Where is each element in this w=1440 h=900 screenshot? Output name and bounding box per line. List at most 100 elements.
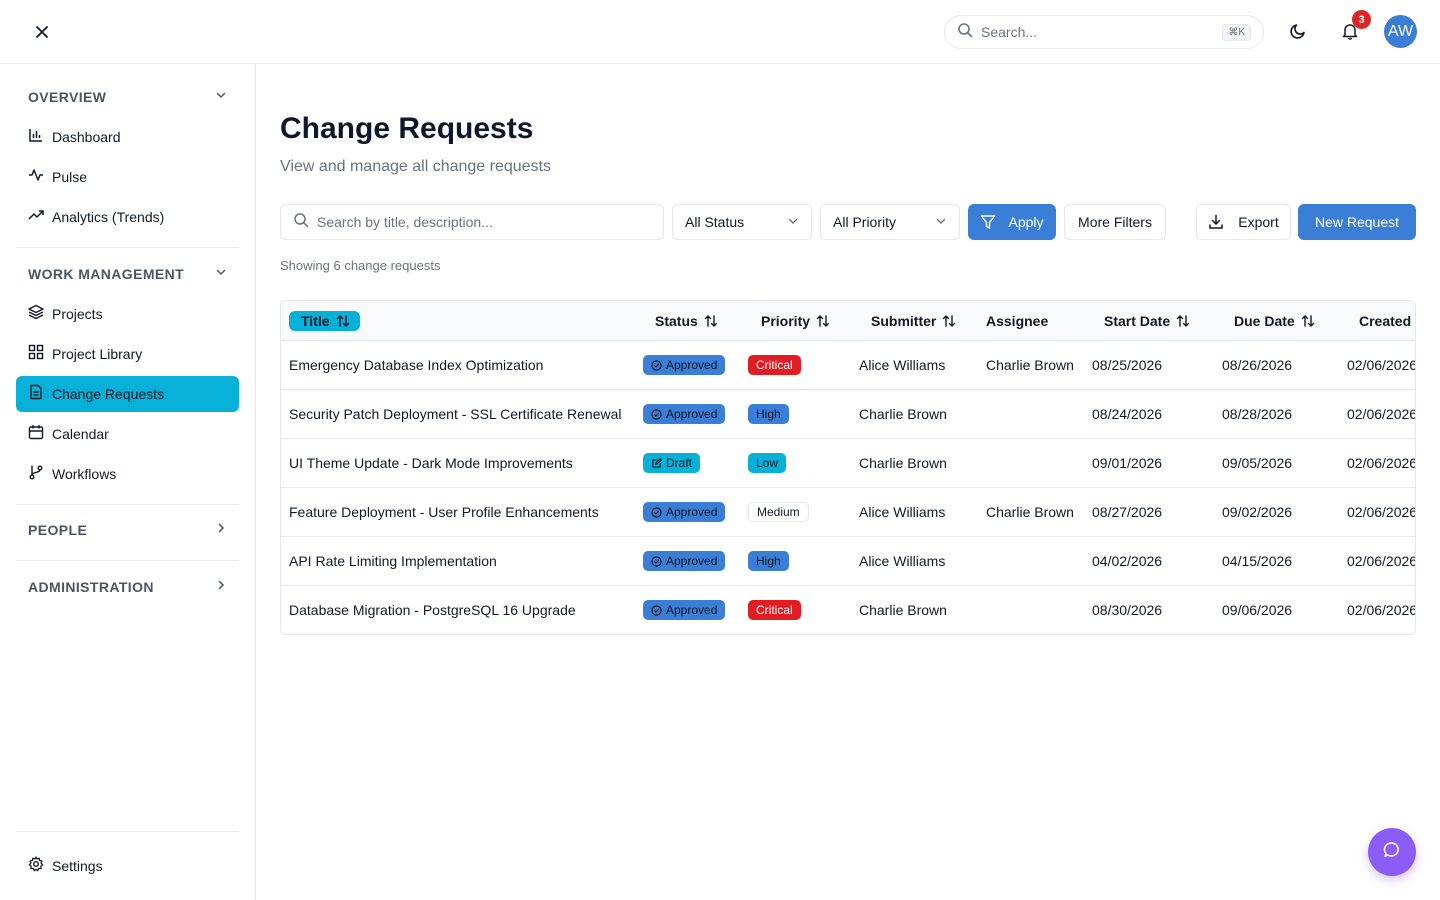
cell-submitter: Alice Williams <box>859 357 946 373</box>
table-row[interactable]: API Rate Limiting Implementation Approved… <box>281 537 1416 586</box>
cell-assignee: Charlie Brown <box>986 357 1074 373</box>
priority-badge: Critical <box>748 355 801 375</box>
sidebar-item-project-library[interactable]: Project Library <box>16 336 239 372</box>
grid-icon <box>28 344 44 365</box>
sidebar-item-dashboard[interactable]: Dashboard <box>16 119 239 155</box>
column-header-title[interactable]: Title <box>289 311 360 331</box>
sort-icon <box>1176 314 1190 328</box>
cell-start-date: 08/24/2026 <box>1092 406 1163 422</box>
check-circle-icon <box>651 408 662 420</box>
export-label: Export <box>1238 214 1279 230</box>
sidebar-item-label: Pulse <box>52 169 88 185</box>
page-title: Change Requests <box>280 112 534 145</box>
cell-due-date: 04/15/2026 <box>1222 553 1293 569</box>
cell-status: Approved <box>643 390 726 438</box>
section-administration[interactable]: ADMINISTRATION <box>16 572 239 602</box>
column-assignee-label: Assignee <box>986 313 1049 329</box>
bar-chart-icon <box>28 127 44 148</box>
avatar[interactable]: AW <box>1384 15 1417 48</box>
close-icon[interactable] <box>30 20 54 44</box>
gear-icon <box>28 855 44 877</box>
cell-title: UI Theme Update - Dark Mode Improvements <box>289 455 573 471</box>
column-header-created[interactable]: Created <box>1359 301 1411 341</box>
cell-title: Security Patch Deployment - SSL Certific… <box>289 406 622 422</box>
chevron-down-icon <box>935 214 947 230</box>
cell-status: Approved <box>643 586 726 634</box>
column-header-priority[interactable]: Priority <box>761 301 830 341</box>
export-button[interactable]: Export <box>1196 204 1291 240</box>
status-badge: Approved <box>643 600 726 620</box>
table-row[interactable]: Database Migration - PostgreSQL 16 Upgra… <box>281 586 1416 634</box>
cell-title: Database Migration - PostgreSQL 16 Upgra… <box>289 602 576 618</box>
status-filter-select[interactable]: All Status <box>672 204 812 240</box>
sidebar-item-label: Calendar <box>52 426 109 442</box>
cell-title: Emergency Database Index Optimization <box>289 357 544 373</box>
priority-badge: Medium <box>748 502 809 522</box>
apply-filters-button[interactable]: Apply <box>968 204 1056 240</box>
sort-icon <box>942 314 956 328</box>
sidebar-item-pulse[interactable]: Pulse <box>16 159 239 195</box>
cell-created: 02/06/2026 <box>1347 553 1416 569</box>
section-work-management[interactable]: WORK MANAGEMENT <box>16 259 239 289</box>
priority-badge: Critical <box>748 600 801 620</box>
cell-status: Approved <box>643 488 726 536</box>
table-row[interactable]: Emergency Database Index Optimization App… <box>281 341 1415 390</box>
cell-created: 02/06/2026 <box>1347 455 1416 471</box>
chat-button[interactable] <box>1368 828 1416 876</box>
sort-icon <box>336 314 350 328</box>
cell-status: Approved <box>643 537 726 585</box>
priority-filter-select[interactable]: All Priority <box>820 204 960 240</box>
sidebar-item-label: Project Library <box>52 346 143 362</box>
more-filters-button[interactable]: More Filters <box>1064 204 1166 240</box>
section-people[interactable]: PEOPLE <box>16 515 239 545</box>
sidebar-item-projects[interactable]: Projects <box>16 296 239 332</box>
keyboard-shortcut-badge: ⌘K <box>1222 23 1251 41</box>
request-search-placeholder: Search by title, description... <box>317 214 493 230</box>
table-row[interactable]: UI Theme Update - Dark Mode Improvements… <box>281 439 1416 488</box>
cell-start-date: 08/30/2026 <box>1092 602 1163 618</box>
edit-icon <box>651 457 662 469</box>
column-header-start-date[interactable]: Start Date <box>1104 301 1190 341</box>
more-filters-label: More Filters <box>1078 214 1152 230</box>
table-row[interactable]: Security Patch Deployment - SSL Certific… <box>281 390 1415 439</box>
sidebar-item-label: Workflows <box>52 466 117 482</box>
section-work-management-label: WORK MANAGEMENT <box>28 266 185 282</box>
column-title-label: Title <box>301 313 330 329</box>
request-search-input[interactable]: Search by title, description... <box>280 204 664 240</box>
cell-created: 02/06/2026 <box>1347 602 1416 618</box>
cell-priority: Critical <box>748 586 801 634</box>
check-circle-icon <box>651 359 662 371</box>
activity-icon <box>28 167 44 188</box>
sort-icon <box>816 314 830 328</box>
sidebar-item-analytics[interactable]: Analytics (Trends) <box>16 199 239 235</box>
sidebar-item-label: Settings <box>52 858 103 874</box>
column-header-status[interactable]: Status <box>655 301 718 341</box>
cell-start-date: 08/27/2026 <box>1092 504 1163 520</box>
status-filter-value: All Status <box>685 214 745 230</box>
status-badge: Approved <box>643 551 726 571</box>
status-badge-label: Approved <box>666 505 718 519</box>
sidebar-item-change-requests[interactable]: Change Requests <box>16 376 239 412</box>
download-icon <box>1208 214 1224 230</box>
sidebar-item-settings[interactable]: Settings <box>16 848 239 884</box>
column-due-date-label: Due Date <box>1234 313 1295 329</box>
sort-icon <box>1301 314 1315 328</box>
column-header-due-date[interactable]: Due Date <box>1234 301 1315 341</box>
section-overview[interactable]: OVERVIEW <box>16 82 239 112</box>
sidebar-divider <box>16 560 239 561</box>
column-header-assignee[interactable]: Assignee <box>986 301 1048 341</box>
sidebar-item-workflows[interactable]: Workflows <box>16 456 239 492</box>
column-header-submitter[interactable]: Submitter <box>871 301 956 341</box>
global-search-input[interactable]: Search... ⌘K <box>944 15 1264 49</box>
page-subtitle: View and manage all change requests <box>280 158 551 175</box>
sidebar: OVERVIEW Dashboard Pulse Analytics (Tren… <box>0 64 256 900</box>
cell-due-date: 09/05/2026 <box>1222 455 1293 471</box>
moon-icon[interactable] <box>1284 17 1312 45</box>
new-request-label: New Request <box>1314 214 1400 230</box>
table-row[interactable]: Feature Deployment - User Profile Enhanc… <box>281 488 1415 537</box>
search-icon <box>957 22 973 43</box>
new-request-button[interactable]: New Request <box>1298 204 1416 240</box>
chevron-right-icon <box>215 578 227 596</box>
cell-priority: Medium <box>748 488 809 536</box>
sidebar-item-calendar[interactable]: Calendar <box>16 416 239 452</box>
